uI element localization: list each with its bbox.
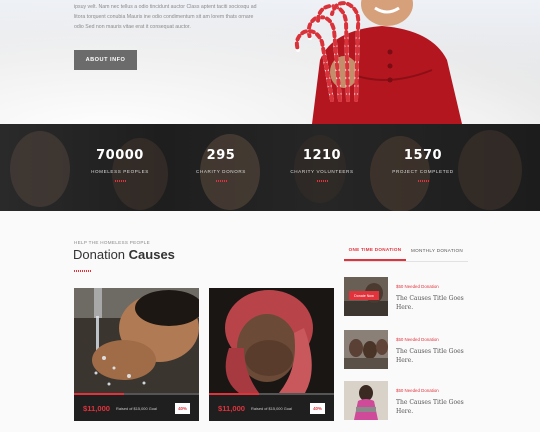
child-drinking-water-photo	[74, 288, 199, 393]
causes-title-bold: Causes	[128, 247, 175, 262]
hero-text-line: odio Sed non mauris vitae erat it conseq…	[74, 24, 191, 30]
cause-card[interactable]: $11,000 Raised of $15,000 Goal 40%	[74, 288, 199, 421]
title-divider	[74, 270, 91, 272]
cause-thumbnail	[344, 381, 388, 420]
cause-card[interactable]: $11,000 Raised of $15,000 Goal 40%	[209, 288, 334, 421]
side-cause-item[interactable]: Donate Now $50 Needed Donation The Cause…	[344, 277, 468, 317]
cause-card-footer: $11,000 Raised of $15,000 Goal 40%	[209, 395, 334, 421]
percent-badge: 40%	[310, 402, 325, 414]
stat-divider	[417, 180, 429, 182]
elderly-woman-photo	[209, 288, 334, 393]
hero-section: ipsuy velt. Nam nec tellus a odio tincid…	[0, 0, 540, 124]
raised-amount: $11,000	[83, 403, 111, 413]
child-with-candy-canes-photo	[294, 0, 462, 124]
side-cause-item[interactable]: $50 Needed Donation The Causes Title Goe…	[344, 381, 468, 421]
tab-monthly-donation[interactable]: MONTHLY DONATION	[406, 240, 468, 261]
cause-title[interactable]: The Causes Title Goes Here.	[396, 294, 468, 312]
cause-card-footer: $11,000 Raised of $15,000 Goal 40%	[74, 395, 199, 421]
percent-badge: 40%	[175, 402, 190, 414]
needed-donation: $50 Needed Donation	[396, 284, 439, 289]
stat-number: 1570	[403, 148, 443, 163]
cause-title[interactable]: The Causes Title Goes Here.	[396, 347, 468, 365]
causes-title-light: Donation	[73, 247, 129, 262]
donate-now-button[interactable]: Donate Now	[349, 291, 379, 300]
needed-donation: $50 Needed Donation	[396, 337, 439, 342]
hero-description: ipsuy velt. Nam nec tellus a odio tincid…	[74, 2, 274, 32]
side-cause-item[interactable]: $50 Needed Donation The Causes Title Goe…	[344, 330, 468, 370]
stat-divider	[114, 180, 126, 182]
causes-kicker: HELP THE HOMELESS PEOPLE	[74, 240, 150, 245]
raised-amount: $11,000	[218, 403, 246, 413]
stat-divider	[215, 180, 227, 182]
cause-thumbnail	[344, 330, 388, 369]
about-info-button[interactable]: ABOUT INFO	[74, 50, 137, 70]
needed-donation: $50 Needed Donation	[396, 388, 439, 393]
causes-title: Donation Causes	[73, 247, 175, 262]
tab-one-time-donation[interactable]: ONE TIME DONATION	[344, 240, 406, 261]
stats-section: 70000 HOMELESS PEOPLES 295 CHARITY DONOR…	[0, 124, 540, 211]
stat-divider	[316, 180, 328, 182]
goal-text: Raised of $15,000 Goal	[251, 405, 292, 411]
hero-text-line: litora torquent conubia Mauris ine odio …	[74, 14, 254, 20]
stat-label: PROJECT COMPLETED	[392, 169, 454, 174]
cause-title[interactable]: The Causes Title Goes Here.	[396, 398, 468, 416]
stat-project-completed: 1570 PROJECT COMPLETED	[363, 148, 483, 182]
donation-tabs: ONE TIME DONATION MONTHLY DONATION	[344, 240, 468, 262]
goal-text: Raised of $15,000 Goal	[116, 405, 157, 411]
hero-text-line: ipsuy velt. Nam nec tellus a odio tincid…	[74, 4, 257, 10]
